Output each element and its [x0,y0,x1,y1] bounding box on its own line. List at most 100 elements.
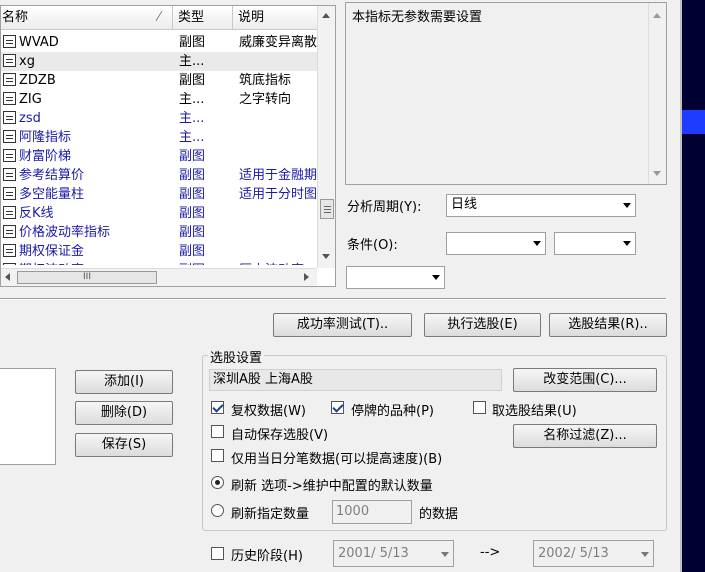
item-name: xg [19,54,35,69]
today-only-checkbox[interactable] [211,449,224,462]
column-header-name[interactable]: 名称 ⁄ [1,6,173,30]
list-item[interactable]: 参考结算价 副图 适用于金融期货 [1,166,317,185]
auto-save-label: 自动保存选股(V) [231,428,329,443]
formula-list[interactable] [0,368,56,465]
indicator-list[interactable]: 名称 ⁄ 类型 说明 WVAD 副图 威廉变异离散 xg 主... ZDZB 副图 筑底指标 Z… [0,5,336,287]
auto-save-checkbox[interactable] [211,425,224,438]
period-select[interactable]: 日线 [446,194,636,217]
list-item[interactable]: WVAD 副图 威廉变异离散 [1,33,317,52]
run-select-button[interactable]: 执行选股(E) [424,313,541,337]
condition-select-2[interactable] [554,232,636,255]
refresh-count-radio[interactable] [211,504,224,517]
param-textarea[interactable]: 本指标无参数需要设置 [345,2,667,185]
list-item[interactable]: xg 主... [1,52,317,71]
right-panel-edge [680,0,705,572]
chevron-down-icon [641,552,649,557]
refresh-default-label: 刷新 选项->维护中配置的默认数量 [231,479,433,494]
formula-icon [3,92,16,105]
chevron-down-icon [432,275,440,280]
list-item[interactable]: zsd 主... [1,109,317,128]
horizontal-scrollbar[interactable]: III [1,268,317,286]
add-button[interactable]: 添加(I) [75,370,173,394]
count-suffix-label: 的数据 [419,507,459,522]
list-item[interactable]: 期权保证金 副图 [1,242,317,261]
name-filter-button[interactable]: 名称过滤(Z)... [513,424,657,448]
list-item[interactable]: 多空能量柱 副图 适用于分时图 [1,185,317,204]
scroll-up-icon[interactable] [322,13,330,18]
horizontal-scroll-thumb[interactable]: III [17,271,157,284]
item-type: 主... [179,54,205,69]
item-desc: 适用于分时图 [239,187,317,202]
formula-icon [3,168,16,181]
scroll-up-icon[interactable] [653,13,661,18]
delete-button[interactable]: 删除(D) [75,401,173,425]
formula-icon [3,263,16,265]
item-name: 价格波动率指标 [19,225,111,240]
success-test-button[interactable]: 成功率测试(T).. [273,313,412,337]
formula-icon [3,244,16,257]
item-name: 期权波动率 [19,263,84,265]
refresh-count-label: 刷新指定数量 [231,507,310,522]
list-item[interactable]: ZIG 主... 之字转向 [1,90,317,109]
vertical-scroll-thumb[interactable] [320,199,334,219]
formula-icon [3,111,16,124]
item-type: 副图 [179,187,206,202]
tingpai-label: 停牌的品种(P) [351,404,434,419]
list-item[interactable]: 反K线 副图 [1,204,317,223]
list-item[interactable]: ZDZB 副图 筑底指标 [1,71,317,90]
formula-icon [3,73,16,86]
settings-group-label: 选股设置 [208,347,265,366]
condition-select-3[interactable] [346,266,445,289]
item-name: 阿隆指标 [19,130,72,145]
formula-icon [3,35,16,48]
select-result-button[interactable]: 选股结果(R).. [549,313,667,337]
item-type: 主... [179,111,205,126]
tingpai-checkbox[interactable] [331,401,344,414]
column-header-type[interactable]: 类型 [173,6,233,30]
item-name: 期权保证金 [19,244,85,259]
chevron-down-icon [441,552,449,557]
vertical-scrollbar[interactable] [317,6,335,268]
item-type: 副图 [179,73,206,88]
list-item[interactable]: 价格波动率指标 副图 [1,223,317,242]
formula-icon [3,149,16,162]
refresh-default-radio[interactable] [211,476,224,489]
list-item[interactable]: 阿隆指标 主... [1,128,317,147]
date-from-picker[interactable]: 2001/ 5/13 [333,540,454,567]
refresh-count-input[interactable]: 1000 [332,500,412,524]
item-type: 副图 [179,244,206,259]
item-desc: 适用于金融期货 [239,168,317,183]
take-result-checkbox[interactable] [473,401,486,414]
condition-select-1[interactable] [446,232,546,255]
item-type: 主... [179,92,205,107]
fuquan-checkbox[interactable] [211,401,224,414]
range-display: 深圳A股 上海A股 [209,369,502,391]
item-type: 副图 [179,35,206,50]
item-type: 副图 [179,225,206,240]
scroll-down-icon[interactable] [653,171,661,176]
date-to-picker[interactable]: 2002/ 5/13 [533,540,654,567]
scroll-left-icon[interactable] [5,273,10,281]
chevron-down-icon [533,241,541,246]
item-name: zsd [19,111,41,126]
today-only-label: 仅用当日分笔数据(可以提高速度)(B) [231,452,443,467]
item-name: WVAD [19,35,59,50]
scroll-right-icon[interactable] [304,273,309,281]
list-item[interactable]: 财富阶梯 副图 [1,147,317,166]
change-range-button[interactable]: 改变范围(C)... [513,368,657,392]
divider [0,298,666,300]
item-type: 副图 [179,149,206,164]
item-name: 财富阶梯 [19,149,72,164]
save-button[interactable]: 保存(S) [75,433,173,457]
history-checkbox[interactable] [211,547,224,560]
item-desc: 历史波动率 [239,261,317,265]
param-scrollbar[interactable] [648,3,666,184]
list-item[interactable]: 期权波动率 副图 历史波动率 [1,261,317,265]
column-header-desc[interactable]: 说明 [233,6,319,30]
item-type: 主... [179,130,205,145]
formula-icon [3,54,16,67]
scroll-down-icon[interactable] [322,254,330,259]
item-desc: 筑底指标 [239,73,292,88]
formula-icon [3,130,16,143]
formula-icon [3,187,16,200]
